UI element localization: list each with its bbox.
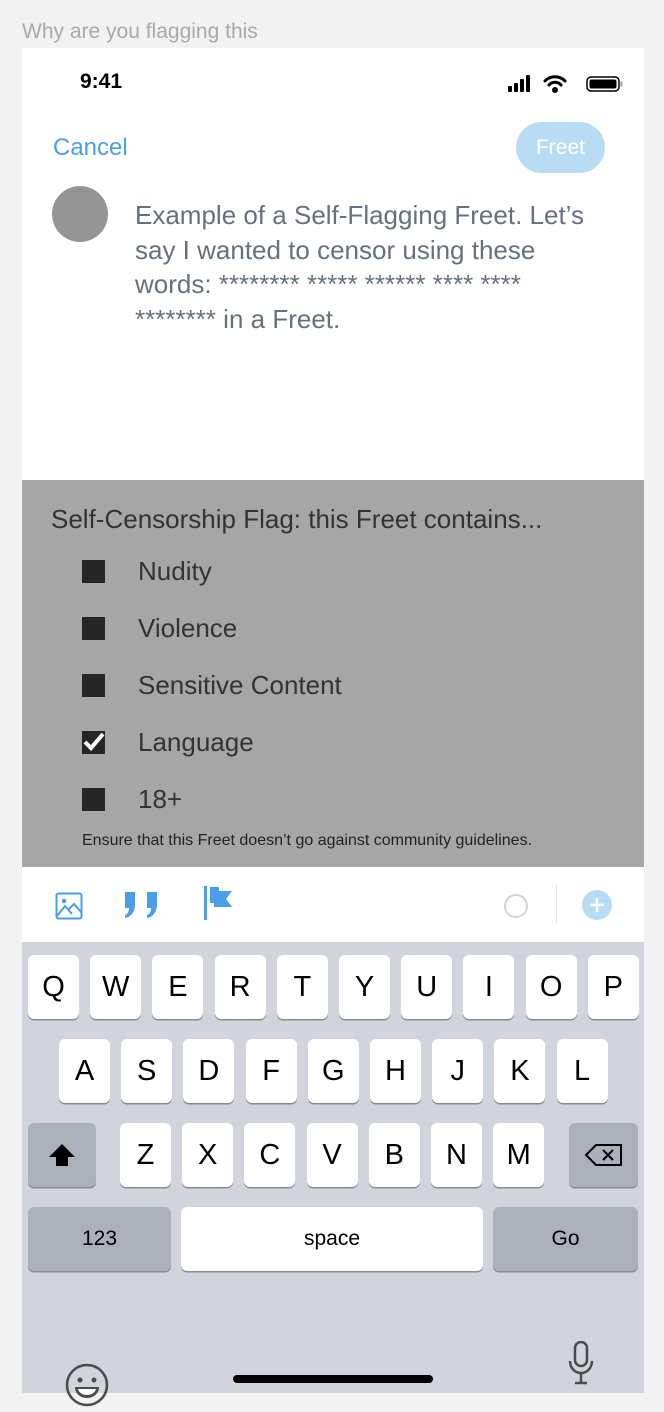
key-v[interactable]: V: [306, 1123, 358, 1187]
key-o[interactable]: O: [525, 955, 577, 1019]
key-b[interactable]: B: [368, 1123, 420, 1187]
key-l[interactable]: L: [556, 1039, 608, 1103]
home-indicator: [233, 1375, 433, 1383]
key-g[interactable]: G: [307, 1039, 359, 1103]
checkbox[interactable]: [82, 674, 105, 697]
checkbox[interactable]: [82, 560, 105, 583]
freet-button[interactable]: Freet: [516, 122, 605, 173]
add-thread-icon[interactable]: [582, 890, 612, 920]
flag-option-label: Nudity: [138, 556, 212, 586]
flag-option-nudity[interactable]: Nudity: [82, 556, 212, 587]
backspace-icon: [584, 1144, 622, 1166]
key-i[interactable]: I: [463, 955, 515, 1019]
wifi-icon: [543, 75, 567, 93]
key-j[interactable]: J: [432, 1039, 484, 1103]
page-caption: Why are you flagging this: [22, 20, 258, 43]
key-u[interactable]: U: [401, 955, 453, 1019]
key-f[interactable]: F: [245, 1039, 297, 1103]
key-m[interactable]: M: [493, 1123, 545, 1187]
checkbox[interactable]: [82, 617, 105, 640]
microphone-icon[interactable]: [568, 1341, 594, 1385]
emoji-icon[interactable]: [64, 1362, 110, 1408]
compose-text[interactable]: Example of a Self-Flagging Freet. Let’s …: [135, 198, 605, 336]
battery-icon: [586, 76, 623, 92]
image-icon[interactable]: [55, 892, 83, 920]
status-time: 9:41: [80, 70, 123, 93]
key-h[interactable]: H: [370, 1039, 421, 1103]
toolbar-divider: [556, 884, 557, 924]
space-key[interactable]: space: [181, 1207, 483, 1271]
delete-key[interactable]: [569, 1123, 638, 1187]
key-a[interactable]: A: [59, 1039, 110, 1103]
key-k[interactable]: K: [494, 1039, 546, 1103]
go-key[interactable]: Go: [493, 1207, 638, 1271]
key-n[interactable]: N: [431, 1123, 482, 1187]
checkmark-icon: [83, 732, 105, 751]
key-s[interactable]: S: [121, 1039, 173, 1103]
keyboard: Q W E R T Y U I O P A S D F G H J K L Z X C V B N M 123 space Go: [22, 942, 644, 1407]
flag-option-18-[interactable]: 18+: [82, 784, 182, 815]
character-count-icon: [504, 894, 528, 918]
key-t[interactable]: T: [276, 955, 328, 1019]
key-w[interactable]: W: [90, 955, 142, 1019]
shift-key[interactable]: [28, 1123, 96, 1187]
key-y[interactable]: Y: [339, 955, 390, 1019]
flag-option-label: Violence: [138, 613, 238, 643]
cancel-button[interactable]: Cancel: [53, 134, 128, 162]
flag-option-label: Sensitive Content: [138, 670, 342, 700]
flag-icon[interactable]: [203, 886, 237, 922]
checkbox[interactable]: [82, 788, 105, 811]
key-r[interactable]: R: [214, 955, 266, 1019]
flag-option-language[interactable]: Language: [82, 727, 254, 758]
checkbox[interactable]: [82, 731, 105, 754]
shift-icon: [49, 1144, 75, 1166]
compose-toolbar: [22, 867, 644, 942]
key-q[interactable]: Q: [28, 955, 79, 1019]
key-d[interactable]: D: [183, 1039, 235, 1103]
status-icons: [508, 75, 623, 93]
key-e[interactable]: E: [152, 955, 204, 1019]
flag-title: Self-Censorship Flag: this Freet contain…: [51, 504, 543, 534]
key-p[interactable]: P: [587, 955, 639, 1019]
signal-icon: [508, 75, 530, 92]
flag-option-label: 18+: [138, 784, 183, 814]
key-c[interactable]: C: [244, 1123, 296, 1187]
avatar: [52, 186, 108, 242]
key-z[interactable]: Z: [120, 1123, 171, 1187]
phone-screen: 9:41 Cancel Freet Example of a Self-Flag…: [22, 48, 644, 1407]
quote-icon[interactable]: [124, 892, 162, 922]
flag-option-violence[interactable]: Violence: [82, 613, 237, 644]
flag-option-label: Language: [138, 727, 254, 757]
guidelines-note: Ensure that this Freet doesn’t go agains…: [82, 832, 533, 849]
numbers-key[interactable]: 123: [28, 1207, 171, 1271]
flag-option-sensitive-content[interactable]: Sensitive Content: [82, 670, 342, 701]
key-x[interactable]: X: [182, 1123, 234, 1187]
self-censorship-panel: Self-Censorship Flag: this Freet contain…: [22, 480, 644, 867]
